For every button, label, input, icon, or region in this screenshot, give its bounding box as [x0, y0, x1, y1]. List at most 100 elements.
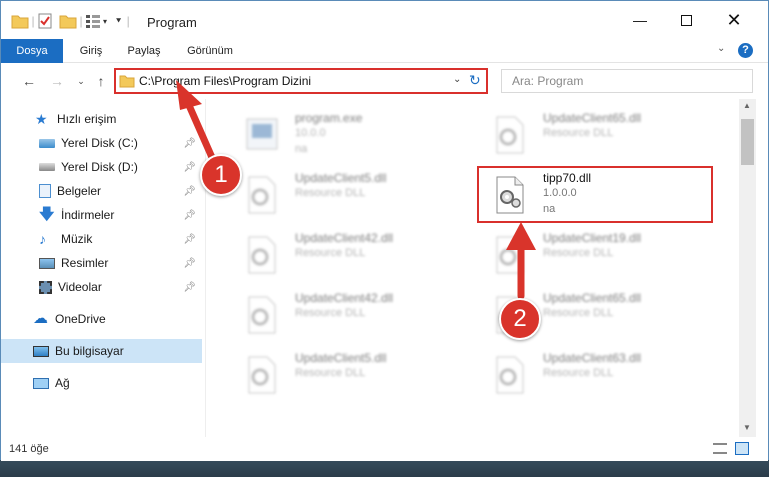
computer-icon — [33, 345, 49, 357]
sidebar-item-this-pc[interactable]: Bu bilgisayar — [1, 339, 202, 363]
download-icon: 🡇 — [39, 206, 55, 223]
pictures-icon — [39, 257, 55, 269]
pin-icon[interactable]: 📌︎ — [183, 258, 196, 269]
forward-button[interactable]: → — [47, 71, 67, 91]
new-folder-icon[interactable] — [59, 13, 77, 29]
sidebar-item-label: Yerel Disk (C:) — [61, 136, 138, 150]
title-bar: | | ▾ ⯆ | Program — ✕ — [1, 1, 768, 39]
file-tile[interactable]: UpdateClient5.dll Resource DLL — [231, 345, 471, 403]
sidebar-item-label: Hızlı erişim — [57, 112, 117, 126]
videos-icon — [39, 280, 52, 294]
file-list: program.exe 10.0.0 na UpdateClient65.dll… — [211, 99, 739, 437]
scrollbar-thumb[interactable] — [741, 119, 754, 165]
close-button[interactable]: ✕ — [711, 1, 757, 39]
arrow-right-icon: → — [50, 73, 64, 89]
item-count: 141 öğe — [9, 443, 49, 455]
arrow-up-icon: ↑ — [97, 73, 105, 89]
file-description: Resource DLL — [543, 367, 614, 379]
file-tile[interactable]: UpdateClient5.dll Resource DLL — [231, 165, 471, 223]
drive-icon — [39, 138, 55, 148]
sidebar-item-videos[interactable]: Videolar 📌︎ — [1, 275, 202, 299]
file-tile[interactable]: UpdateClient19.dll Resource DLL — [479, 225, 719, 283]
window-title: Program — [147, 15, 197, 30]
status-bar: 141 öğe — [1, 437, 768, 461]
address-bar[interactable]: C:\Program Files\Program Dizini ⌄ ↻ — [114, 69, 488, 93]
pin-icon[interactable]: 📌︎ — [183, 138, 196, 149]
sidebar-item-downloads[interactable]: 🡇 İndirmeler 📌︎ — [1, 203, 202, 227]
pin-icon[interactable]: 📌︎ — [183, 186, 196, 197]
sidebar-item-network[interactable]: Ağ — [1, 371, 202, 395]
customize-toolbar-icon[interactable]: ⯆ — [115, 16, 122, 27]
pin-icon[interactable]: 📌︎ — [183, 162, 196, 173]
file-tile[interactable]: UpdateClient42.dll Resource DLL — [231, 225, 471, 283]
tab-share[interactable]: Paylaş — [119, 39, 169, 63]
file-tile[interactable]: UpdateClient42.dll Resource DLL — [231, 285, 471, 343]
sidebar-item-label: Yerel Disk (D:) — [61, 160, 138, 174]
scroll-up-icon[interactable]: ▲ — [743, 101, 751, 110]
dll-gear-icon — [248, 296, 276, 334]
up-button[interactable]: ↑ — [91, 71, 111, 91]
minimize-button[interactable]: — — [617, 1, 663, 39]
maximize-icon — [680, 14, 692, 26]
pin-icon[interactable]: 📌︎ — [183, 234, 196, 245]
documents-icon — [39, 184, 51, 198]
chevron-down-icon[interactable]: ▾ — [103, 17, 107, 26]
dll-gear-icon — [248, 236, 276, 274]
file-name: UpdateClient19.dll — [543, 231, 642, 245]
file-description: Resource DLL — [543, 307, 614, 319]
file-name: program.exe — [295, 111, 363, 125]
file-name: UpdateClient5.dll — [295, 351, 387, 365]
refresh-icon[interactable]: ↻ — [469, 72, 481, 89]
chevron-down-icon: ⌄ — [77, 75, 85, 86]
vertical-scrollbar[interactable]: ▲ ▼ — [739, 99, 756, 437]
star-icon: ★ — [35, 111, 48, 127]
search-input[interactable]: Ara: Program — [501, 69, 753, 93]
sidebar-item-pictures[interactable]: Resimler 📌︎ — [1, 251, 202, 275]
pin-icon[interactable]: 📌︎ — [183, 210, 196, 221]
sidebar-item-label: İndirmeler — [61, 208, 115, 222]
expand-ribbon-icon[interactable]: ⌄ — [717, 43, 725, 54]
sidebar-item-quick-access[interactable]: ★ Hızlı erişim — [1, 107, 202, 131]
file-tile[interactable]: program.exe 10.0.0 na — [231, 105, 471, 163]
pin-icon[interactable]: 📌︎ — [183, 282, 196, 293]
back-button[interactable]: ← — [19, 71, 39, 91]
large-icons-view-icon[interactable] — [735, 442, 749, 455]
recent-locations-button[interactable]: ⌄ — [71, 71, 91, 91]
file-tile[interactable]: UpdateClient63.dll Resource DLL — [479, 345, 719, 403]
sidebar-item-label: Belgeler — [57, 184, 102, 198]
file-name: UpdateClient63.dll — [543, 351, 642, 365]
tab-view[interactable]: Görünüm — [179, 39, 241, 63]
sidebar-item-documents[interactable]: Belgeler 📌︎ — [1, 179, 202, 203]
navigation-bar: ← → ⌄ ↑ C:\Program Files\Program Dizini … — [1, 63, 768, 99]
sidebar-item-disk-c[interactable]: Yerel Disk (C:) 📌︎ — [1, 131, 202, 155]
file-description: Resource DLL — [295, 307, 366, 319]
file-tile[interactable]: UpdateClient65.dll Resource DLL — [479, 105, 719, 163]
dll-gear-icon — [248, 356, 276, 394]
file-description: Resource DLL — [295, 367, 366, 379]
file-name: UpdateClient42.dll — [295, 231, 394, 245]
help-icon[interactable]: ? — [738, 43, 753, 58]
sidebar-item-disk-d[interactable]: Yerel Disk (D:) 📌︎ — [1, 155, 202, 179]
details-view-icon[interactable] — [713, 443, 727, 454]
dll-gear-icon — [496, 356, 524, 394]
file-company: na — [295, 143, 308, 155]
tab-home[interactable]: Giriş — [69, 39, 113, 63]
onedrive-icon: ☁ — [33, 310, 48, 327]
dll-gear-icon — [248, 176, 276, 214]
file-name: UpdateClient5.dll — [295, 171, 387, 185]
properties-icon[interactable] — [37, 13, 53, 29]
sidebar-item-onedrive[interactable]: ☁ OneDrive — [1, 307, 202, 331]
file-name: UpdateClient65.dll — [543, 111, 642, 125]
sidebar-item-label: Resimler — [61, 256, 109, 270]
address-dropdown-icon[interactable]: ⌄ — [453, 74, 461, 85]
scroll-down-icon[interactable]: ▼ — [743, 423, 751, 432]
tab-file[interactable]: Dosya — [1, 39, 63, 63]
close-icon: ✕ — [726, 9, 742, 30]
music-icon: ♪ — [39, 231, 46, 247]
maximize-button[interactable] — [663, 1, 709, 39]
view-options-icon[interactable] — [85, 13, 101, 29]
file-name: UpdateClient65.dll — [543, 291, 642, 305]
file-name: UpdateClient42.dll — [295, 291, 394, 305]
file-highlight-box — [477, 166, 713, 223]
sidebar-item-music[interactable]: ♪ Müzik 📌︎ — [1, 227, 202, 251]
